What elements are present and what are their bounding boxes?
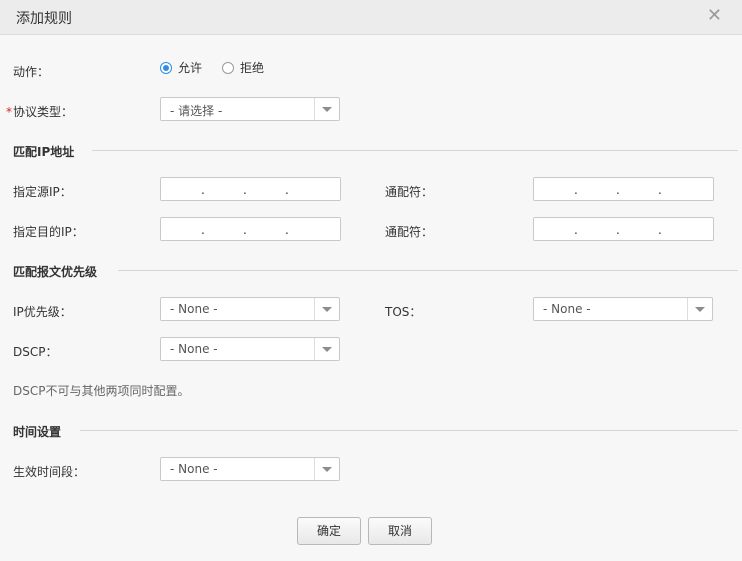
radio-allow[interactable]: 允许	[160, 59, 202, 76]
action-label: 动作：	[13, 65, 50, 79]
dscp-label: DSCP：	[13, 345, 58, 359]
src-wildcard-input[interactable]: . . .	[533, 177, 714, 201]
dst-ip-input[interactable]: . . .	[160, 217, 341, 241]
dst-wildcard-label: 通配符：	[385, 225, 434, 239]
ip-dot: .	[285, 183, 289, 197]
radio-allow-indicator	[160, 61, 172, 74]
dialog-title: 添加规则	[16, 11, 72, 27]
ip-dot: .	[243, 183, 247, 197]
ip-priority-label: IP优先级：	[13, 305, 72, 319]
src-ip-label: 指定源IP：	[13, 185, 72, 199]
ip-dot: .	[201, 183, 205, 197]
cancel-button[interactable]: 取消	[368, 517, 432, 545]
dscp-select-value: - None -	[170, 342, 218, 356]
radio-deny-label: 拒绝	[240, 61, 265, 75]
section-divider	[118, 270, 738, 271]
effective-time-select-value: - None -	[170, 462, 218, 476]
required-mark: *	[6, 105, 12, 119]
effective-time-label: 生效时间段：	[13, 465, 86, 479]
src-ip-input[interactable]: . . .	[160, 177, 341, 201]
dialog-titlebar: 添加规则 ✕	[0, 0, 742, 35]
ip-dot: .	[285, 223, 289, 237]
chevron-down-icon	[314, 338, 339, 360]
chevron-down-icon	[314, 458, 339, 480]
ip-dot: .	[574, 183, 578, 197]
ok-button[interactable]: 确定	[297, 517, 361, 545]
dst-ip-label: 指定目的IP：	[13, 225, 84, 239]
section-time-title: 时间设置	[13, 425, 62, 439]
ip-dot: .	[616, 223, 620, 237]
radio-deny[interactable]: 拒绝	[222, 59, 264, 76]
chevron-down-icon	[314, 298, 339, 320]
ip-dot: .	[574, 223, 578, 237]
section-divider	[92, 150, 738, 151]
ip-priority-select-value: - None -	[170, 302, 218, 316]
ip-priority-select[interactable]: - None -	[160, 297, 340, 321]
ip-dot: .	[243, 223, 247, 237]
ip-dot: .	[658, 223, 662, 237]
dscp-note: DSCP不可与其他两项同时配置。	[13, 384, 190, 398]
close-icon[interactable]: ✕	[707, 6, 722, 26]
protocol-label-text: 协议类型：	[13, 105, 74, 119]
tos-label: TOS：	[385, 305, 422, 319]
ip-dot: .	[201, 223, 205, 237]
protocol-label: *协议类型：	[6, 103, 73, 120]
action-radio-group: 允许 拒绝	[160, 59, 284, 76]
radio-deny-indicator	[222, 61, 235, 74]
ip-dot: .	[658, 183, 662, 197]
protocol-select-value: - 请选择 -	[170, 104, 223, 118]
dscp-select[interactable]: - None -	[160, 337, 340, 361]
effective-time-select[interactable]: - None -	[160, 457, 340, 481]
ip-dot: .	[616, 183, 620, 197]
chevron-down-icon	[687, 298, 712, 320]
protocol-select[interactable]: - 请选择 -	[160, 97, 340, 121]
section-match-ip-title: 匹配IP地址	[13, 145, 75, 159]
add-rule-dialog: 添加规则 ✕ 动作： 允许 拒绝 *协议类型： - 请选择 - 匹配IP地址 指…	[0, 0, 742, 561]
radio-allow-label: 允许	[178, 61, 203, 75]
chevron-down-icon	[314, 98, 339, 120]
section-match-priority-title: 匹配报文优先级	[13, 265, 98, 279]
dst-wildcard-input[interactable]: . . .	[533, 217, 714, 241]
tos-select-value: - None -	[543, 302, 591, 316]
section-divider	[80, 430, 738, 431]
src-wildcard-label: 通配符：	[385, 185, 434, 199]
tos-select[interactable]: - None -	[533, 297, 713, 321]
